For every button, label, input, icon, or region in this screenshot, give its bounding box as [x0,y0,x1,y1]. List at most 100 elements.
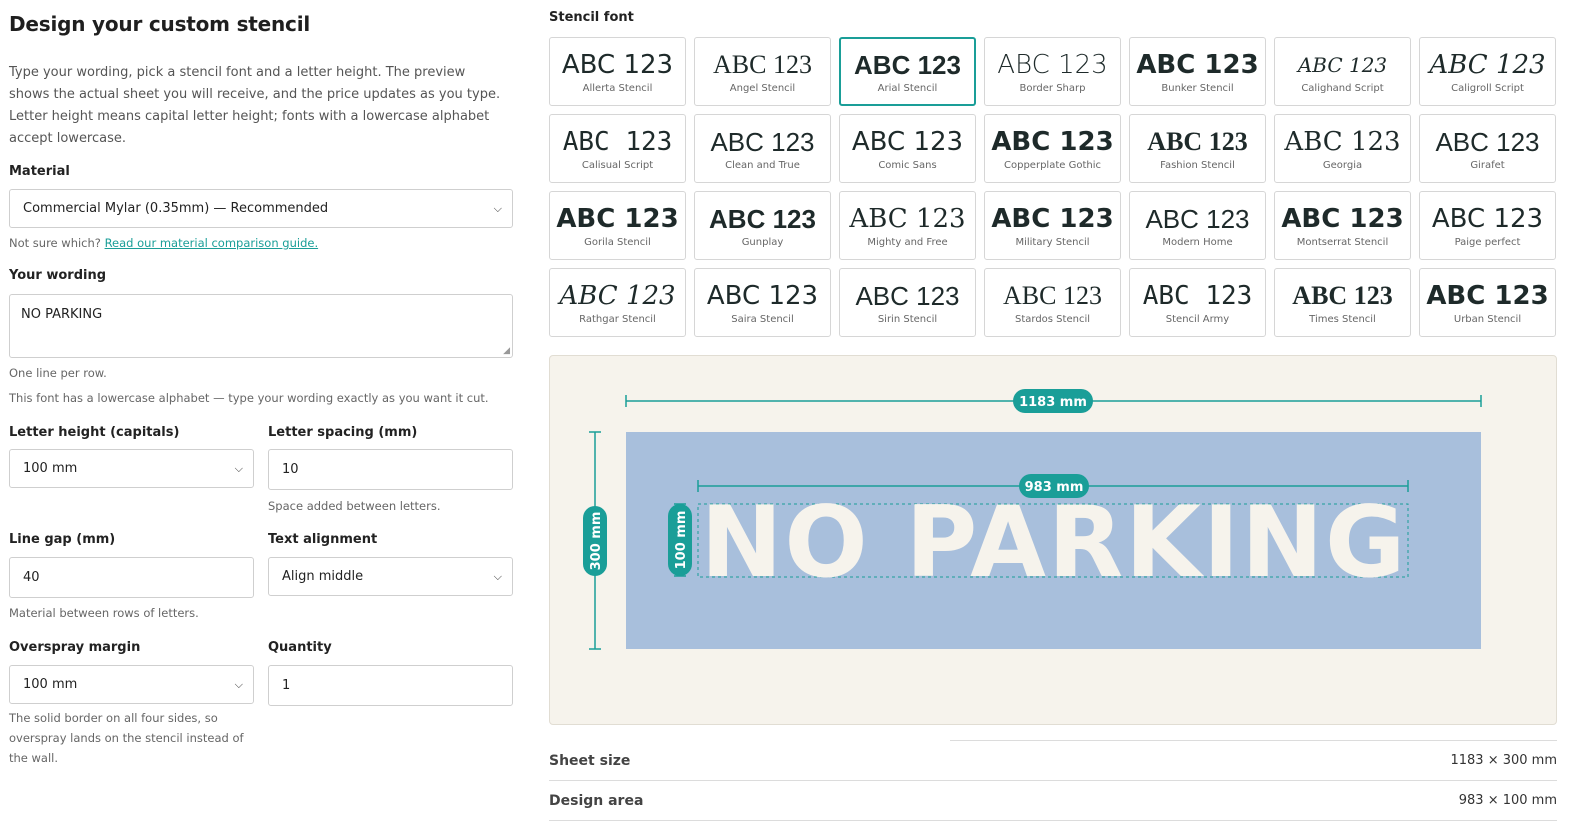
font-name: Urban Stencil [1453,314,1522,325]
sheet-size-value: 1183 × 300 mm [1450,753,1557,768]
font-option-stencil-army[interactable]: ABC 123 Stencil Army [1129,268,1266,337]
text-alignment-value: Align middle [282,569,364,584]
font-name: Stencil Army [1165,314,1230,325]
overspray-select[interactable]: 100 mm ⌵ [9,665,254,704]
font-name: Bunker Stencil [1161,83,1234,94]
font-name: Caligroll Script [1451,83,1524,94]
overspray-label: Overspray margin [9,640,141,655]
font-name: Saira Stencil [731,314,794,325]
line-gap-help: Material between rows of letters. [9,606,199,620]
line-gap-input[interactable]: 40 [9,557,254,598]
font-sample: ABC 123 [1297,53,1388,77]
font-option-montserrat-stencil[interactable]: ABC 123 Montserrat Stencil [1274,191,1411,260]
quantity-label: Quantity [268,640,332,655]
font-option-girafet[interactable]: ABC 123 Girafet [1419,114,1556,183]
sheet-width-label: 1183 mm [1019,395,1087,410]
letter-spacing-label: Letter spacing (mm) [268,425,418,440]
font-name: Angel Stencil [729,83,796,94]
font-option-allerta-stencil[interactable]: ABC 123 Allerta Stencil [549,37,686,106]
material-help: Not sure which? Read our material compar… [9,233,318,253]
line-gap-value: 40 [23,570,40,585]
font-sample: ABC 123 [1145,204,1250,234]
font-name: Montserrat Stencil [1296,237,1389,248]
font-option-modern-home[interactable]: ABC 123 Modern Home [1129,191,1266,260]
font-sample: ABC 123 [710,127,815,157]
text-alignment-select[interactable]: Align middle ⌵ [268,557,513,596]
font-option-rathgar-stencil[interactable]: ABC 123 Rathgar Stencil [549,268,686,337]
font-name: Georgia [1322,160,1363,171]
font-option-times-stencil[interactable]: ABC 123 Times Stencil [1274,268,1411,337]
font-sample: ABC 123 [997,50,1108,80]
font-name: Modern Home [1162,237,1233,248]
font-option-saira-stencil[interactable]: ABC 123 Saira Stencil [694,268,831,337]
font-option-urban-stencil[interactable]: ABC 123 Urban Stencil [1419,268,1556,337]
design-area-row: Design area 983 × 100 mm [549,781,1557,821]
font-option-military-stencil[interactable]: ABC 123 Military Stencil [984,191,1121,260]
chevron-down-icon: ⌵ [493,569,502,583]
stencil-preview: NO PARKING 1183 mm 983 mm 300 mm 100 mm [549,355,1557,725]
font-option-gunplay[interactable]: ABC 123 Gunplay [694,191,831,260]
material-select[interactable]: Commercial Mylar (0.35mm) — Recommended … [9,189,513,228]
sheet-size-row: Sheet size 1183 × 300 mm [549,741,1557,781]
font-name: Times Stencil [1309,314,1376,325]
letter-height-label: Letter height (capitals) [9,425,180,440]
font-sample: ABC 123 [713,50,812,79]
letter-spacing-help: Space added between letters. [268,499,441,513]
font-name: Arial Stencil [877,83,938,94]
font-name: Copperplate Gothic [1004,160,1101,171]
font-sample: ABC 123 [1003,281,1102,310]
font-sample: ABC 123 [1431,204,1544,234]
font-sample: ABC 123 [1147,127,1248,156]
letter-height-select[interactable]: 100 mm ⌵ [9,449,254,488]
material-label: Material [9,164,70,179]
font-name: Calisual Script [581,160,654,171]
font-sample: ABC 123 [562,127,673,157]
font-name: Comic Sans [878,160,937,171]
wording-label: Your wording [9,268,107,283]
quantity-input[interactable]: 1 [268,665,513,706]
font-option-georgia[interactable]: ABC 123 Georgia [1274,114,1411,183]
font-name: Military Stencil [1015,237,1090,248]
page-title: Design your custom stencil [9,12,311,36]
letter-spacing-value: 10 [282,462,299,477]
font-sample: ABC 123 [706,281,819,311]
font-option-paige-perfect[interactable]: ABC 123 Paige perfect [1419,191,1556,260]
font-sample: ABC 123 [991,204,1114,234]
font-option-angel-stencil[interactable]: ABC 123 Angel Stencil [694,37,831,106]
wording-textarea[interactable]: NO PARKING ◢ [9,294,513,358]
font-name: Calighand Script [1301,83,1384,94]
material-help-text: Not sure which? [9,236,105,250]
font-sample: ABC 123 [855,281,960,311]
font-name: Sirin Stencil [877,314,938,325]
material-guide-link[interactable]: Read our material comparison guide. [105,236,319,250]
font-name: Gunplay [741,237,784,248]
font-option-clean-and-true[interactable]: ABC 123 Clean and True [694,114,831,183]
font-sample: ABC 123 [849,204,966,234]
font-option-calighand-script[interactable]: ABC 123 Calighand Script [1274,37,1411,106]
font-option-stardos-stencil[interactable]: ABC 123 Stardos Stencil [984,268,1121,337]
quantity-value: 1 [282,678,291,693]
letter-spacing-input[interactable]: 10 [268,449,513,490]
font-option-gorila-stencil[interactable]: ABC 123 Gorila Stencil [549,191,686,260]
resize-handle-icon[interactable]: ◢ [503,346,510,356]
font-sample: ABC 123 [854,50,961,80]
font-sample: ABC 123 [991,127,1114,157]
chevron-down-icon: ⌵ [234,461,243,475]
font-option-mighty-and-free[interactable]: ABC 123 Mighty and Free [839,191,976,260]
font-sample: ABC 123 [1136,50,1259,80]
font-option-calisual-script[interactable]: ABC 123 Calisual Script [549,114,686,183]
font-option-sirin-stencil[interactable]: ABC 123 Sirin Stencil [839,268,976,337]
font-option-border-sharp[interactable]: ABC 123 Border Sharp [984,37,1121,106]
font-option-arial-stencil[interactable]: ABC 123 Arial Stencil [839,37,976,106]
font-option-bunker-stencil[interactable]: ABC 123 Bunker Stencil [1129,37,1266,106]
intro-text: Type your wording, pick a stencil font a… [9,65,501,146]
font-option-caligroll-script[interactable]: ABC 123 Caligroll Script [1419,37,1556,106]
font-sample: ABC 123 [1429,50,1546,80]
font-option-comic-sans[interactable]: ABC 123 Comic Sans [839,114,976,183]
font-option-copperplate-gothic[interactable]: ABC 123 Copperplate Gothic [984,114,1121,183]
font-sample: ABC 123 [561,50,674,80]
font-name: Girafet [1470,160,1505,171]
sheet-height-label: 300 mm [589,512,604,571]
font-option-fashion-stencil[interactable]: ABC 123 Fashion Stencil [1129,114,1266,183]
font-name: Clean and True [725,160,800,171]
